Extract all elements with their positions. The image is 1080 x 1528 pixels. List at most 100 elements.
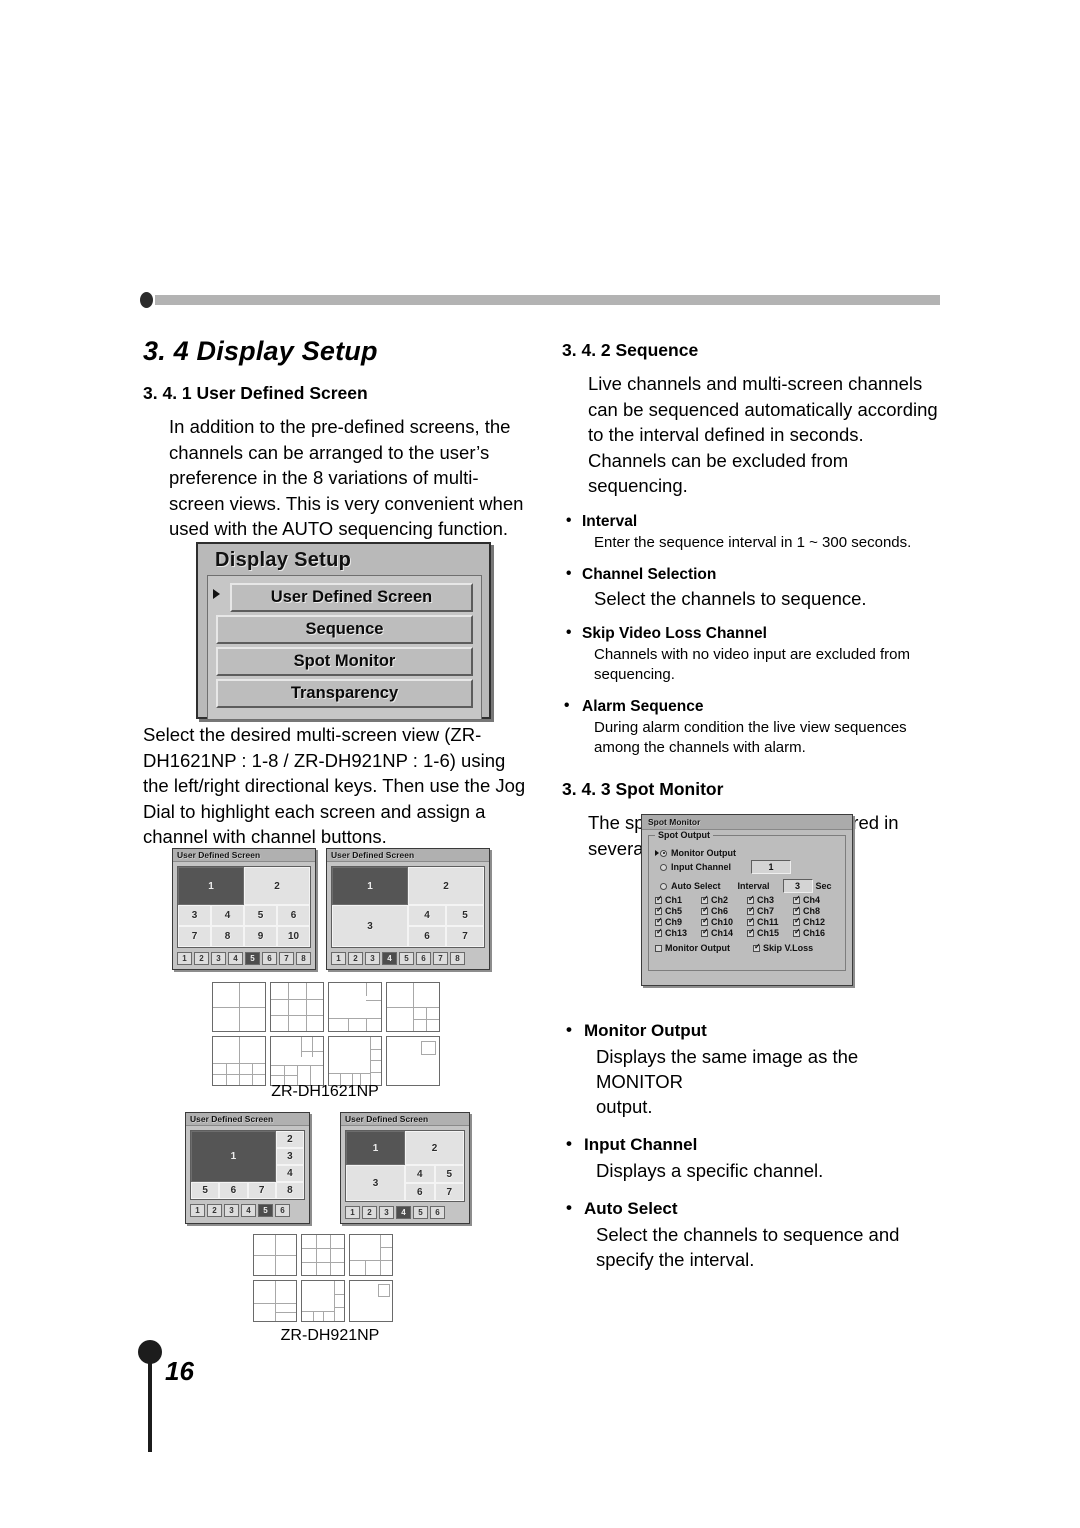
channel-checkbox[interactable] bbox=[701, 895, 709, 904]
channel-checkbox-item[interactable]: Ch6 bbox=[701, 906, 747, 916]
uds-view-button[interactable]: 7 bbox=[433, 952, 448, 965]
uds-view-button[interactable]: 1 bbox=[190, 1204, 205, 1217]
channel-checkbox[interactable] bbox=[701, 928, 709, 937]
uds-cell[interactable]: 6 bbox=[219, 1182, 248, 1199]
interval-field[interactable]: 3 bbox=[782, 879, 813, 893]
uds-view-button-active[interactable]: 4 bbox=[382, 952, 397, 965]
menu-item-user-defined-screen[interactable]: User Defined Screen bbox=[230, 583, 473, 612]
uds-view-button[interactable]: 1 bbox=[177, 952, 192, 965]
channel-checkbox-item[interactable]: Ch2 bbox=[701, 895, 747, 905]
layout-thumb[interactable] bbox=[328, 1036, 382, 1086]
uds-view-button[interactable]: 5 bbox=[399, 952, 414, 965]
channel-checkbox-item[interactable]: Ch14 bbox=[701, 928, 747, 938]
channel-checkbox[interactable] bbox=[701, 906, 709, 915]
uds-view-button[interactable]: 3 bbox=[211, 952, 226, 965]
uds-view-button[interactable]: 6 bbox=[275, 1204, 290, 1217]
monitor-output-radio[interactable] bbox=[660, 849, 667, 857]
uds-view-button[interactable]: 5 bbox=[413, 1206, 428, 1219]
channel-checkbox[interactable] bbox=[655, 928, 663, 937]
uds-view-button[interactable]: 3 bbox=[379, 1206, 394, 1219]
uds-view-button[interactable]: 8 bbox=[450, 952, 465, 965]
auto-select-row[interactable]: Auto Select Interval 3 Sec bbox=[655, 879, 839, 893]
channel-checkbox-item[interactable]: Ch4 bbox=[793, 895, 839, 905]
channel-checkbox[interactable] bbox=[655, 917, 663, 926]
channel-checkbox[interactable] bbox=[793, 917, 801, 926]
uds-cell[interactable]: 9 bbox=[244, 926, 277, 947]
uds-view-button[interactable]: 1 bbox=[345, 1206, 360, 1219]
uds-cell[interactable]: 8 bbox=[211, 926, 244, 947]
uds-cell[interactable]: 8 bbox=[275, 1182, 304, 1199]
layout-thumb[interactable] bbox=[212, 982, 266, 1032]
channel-checkbox[interactable] bbox=[701, 917, 709, 926]
channel-checkbox-item[interactable]: Ch8 bbox=[793, 906, 839, 916]
uds-cell[interactable]: 6 bbox=[277, 905, 310, 926]
uds-cell[interactable]: 1 bbox=[191, 1131, 276, 1182]
footer-skip-vloss-checkbox[interactable] bbox=[752, 943, 761, 952]
channel-checkbox[interactable] bbox=[793, 906, 801, 915]
input-channel-radio-row[interactable]: Input Channel 1 bbox=[655, 860, 839, 874]
uds-cell[interactable]: 4 bbox=[275, 1165, 304, 1182]
uds-cell[interactable]: 6 bbox=[405, 1183, 435, 1201]
channel-checkbox[interactable] bbox=[747, 906, 755, 915]
uds-cell[interactable]: 5 bbox=[446, 905, 484, 926]
channel-checkbox-item[interactable]: Ch1 bbox=[655, 895, 701, 905]
channel-checkbox-item[interactable]: Ch10 bbox=[701, 917, 747, 927]
footer-monitor-output-checkbox[interactable] bbox=[655, 944, 662, 952]
uds-cell[interactable]: 2 bbox=[408, 867, 484, 905]
layout-thumb[interactable] bbox=[349, 1234, 393, 1276]
layout-thumb[interactable] bbox=[386, 982, 440, 1032]
uds-view-button[interactable]: 6 bbox=[430, 1206, 445, 1219]
uds-cell[interactable]: 4 bbox=[211, 905, 244, 926]
uds-view-button-active[interactable]: 5 bbox=[258, 1204, 273, 1217]
channel-checkbox-item[interactable]: Ch5 bbox=[655, 906, 701, 916]
uds-cell[interactable]: 1 bbox=[178, 867, 244, 905]
uds-cell[interactable]: 4 bbox=[405, 1165, 435, 1183]
uds-cell[interactable]: 7 bbox=[446, 926, 484, 947]
uds-view-button[interactable]: 3 bbox=[224, 1204, 239, 1217]
uds-cell[interactable]: 2 bbox=[275, 1131, 304, 1148]
uds-view-button[interactable]: 1 bbox=[331, 952, 346, 965]
uds-view-button[interactable]: 7 bbox=[279, 952, 294, 965]
channel-checkbox-item[interactable]: Ch15 bbox=[747, 928, 793, 938]
channel-checkbox[interactable] bbox=[655, 906, 663, 915]
uds-view-button[interactable]: 2 bbox=[348, 952, 363, 965]
monitor-output-radio-row[interactable]: Monitor Output bbox=[655, 846, 839, 860]
menu-item-transparency[interactable]: Transparency bbox=[216, 679, 473, 708]
uds-cell[interactable]: 3 bbox=[346, 1165, 405, 1201]
uds-cell[interactable]: 3 bbox=[178, 905, 211, 926]
channel-checkbox[interactable] bbox=[655, 895, 663, 904]
uds-cell[interactable]: 7 bbox=[434, 1183, 464, 1201]
channel-checkbox-item[interactable]: Ch13 bbox=[655, 928, 701, 938]
layout-thumb[interactable] bbox=[270, 982, 324, 1032]
layout-thumb[interactable] bbox=[212, 1036, 266, 1086]
layout-thumb[interactable] bbox=[349, 1280, 393, 1322]
uds-view-button[interactable]: 6 bbox=[416, 952, 431, 965]
menu-item-spot-monitor[interactable]: Spot Monitor bbox=[216, 647, 473, 676]
uds-cell[interactable]: 5 bbox=[434, 1165, 464, 1183]
uds-view-button[interactable]: 2 bbox=[362, 1206, 377, 1219]
layout-thumb[interactable] bbox=[301, 1234, 345, 1276]
uds-view-button[interactable]: 2 bbox=[194, 952, 209, 965]
uds-view-button[interactable]: 2 bbox=[207, 1204, 222, 1217]
uds-cell[interactable]: 7 bbox=[247, 1182, 276, 1199]
auto-select-radio[interactable] bbox=[660, 882, 667, 890]
uds-cell[interactable]: 7 bbox=[178, 926, 211, 947]
layout-thumb[interactable] bbox=[386, 1036, 440, 1086]
uds-view-button[interactable]: 3 bbox=[365, 952, 380, 965]
uds-cell[interactable]: 5 bbox=[244, 905, 277, 926]
uds-cell[interactable]: 10 bbox=[277, 926, 310, 947]
channel-checkbox[interactable] bbox=[747, 928, 755, 937]
uds-cell[interactable]: 1 bbox=[332, 867, 408, 905]
uds-view-button[interactable]: 4 bbox=[241, 1204, 256, 1217]
channel-checkbox[interactable] bbox=[747, 917, 755, 926]
channel-checkbox-item[interactable]: Ch11 bbox=[747, 917, 793, 927]
channel-checkbox-item[interactable]: Ch3 bbox=[747, 895, 793, 905]
uds-view-button[interactable]: 6 bbox=[262, 952, 277, 965]
uds-cell[interactable]: 2 bbox=[405, 1131, 464, 1165]
input-channel-field[interactable]: 1 bbox=[751, 860, 791, 874]
uds-cell[interactable]: 5 bbox=[191, 1182, 220, 1199]
layout-thumb[interactable] bbox=[270, 1036, 324, 1086]
uds-cell[interactable]: 6 bbox=[408, 926, 446, 947]
uds-cell[interactable]: 2 bbox=[244, 867, 310, 905]
input-channel-radio[interactable] bbox=[660, 863, 667, 871]
